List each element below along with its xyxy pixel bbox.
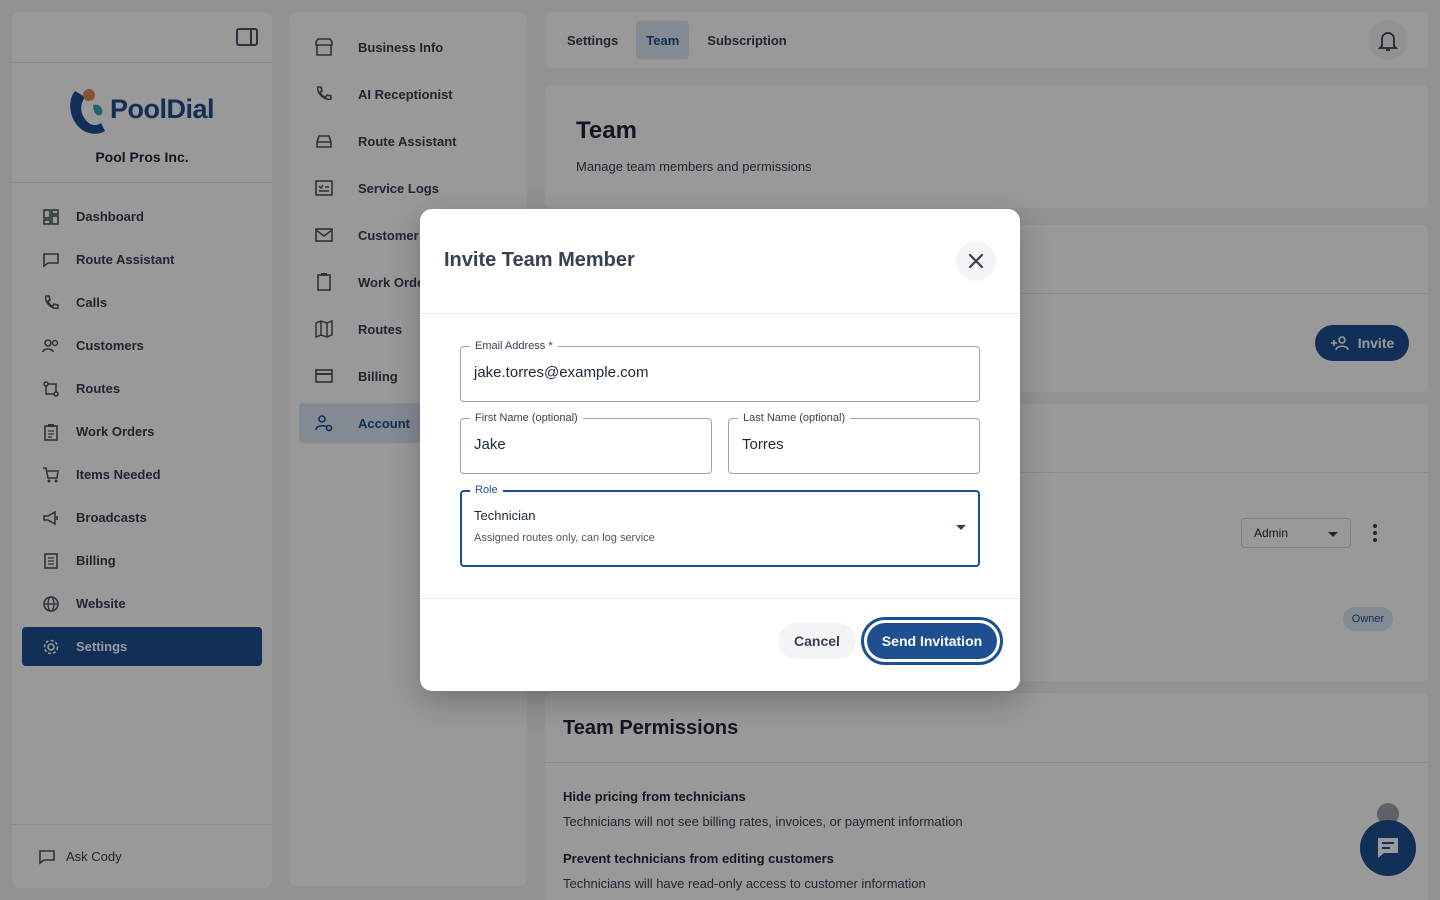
cancel-button[interactable]: Cancel — [778, 623, 856, 659]
role-description: Assigned routes only, can log service — [474, 532, 655, 544]
last-name-value: Torres — [742, 436, 784, 453]
dialog-header: Invite Team Member — [420, 209, 1020, 314]
role-value: Technician — [474, 508, 536, 523]
last-name-field[interactable]: Last Name (optional) Torres — [728, 411, 980, 474]
close-button[interactable] — [956, 241, 996, 281]
last-name-label: Last Name (optional) — [738, 411, 851, 425]
send-invitation-button[interactable]: Send Invitation — [861, 617, 1003, 665]
dialog-body: Email Address * jake.torres@example.com … — [420, 314, 1020, 599]
send-invitation-label: Send Invitation — [867, 623, 997, 659]
dialog-footer: Cancel Send Invitation — [420, 599, 1020, 691]
chevron-down-icon — [956, 525, 966, 530]
dialog-title: Invite Team Member — [444, 249, 635, 271]
email-label: Email Address * — [470, 339, 558, 353]
first-name-field[interactable]: First Name (optional) Jake — [460, 411, 712, 474]
first-name-label: First Name (optional) — [470, 411, 583, 425]
close-icon — [968, 253, 984, 269]
first-name-value: Jake — [474, 436, 506, 453]
invite-team-member-dialog: Invite Team Member Email Address * jake.… — [420, 209, 1020, 691]
email-value: jake.torres@example.com — [474, 364, 649, 381]
role-select[interactable]: Role Technician Assigned routes only, ca… — [460, 483, 980, 567]
role-label: Role — [470, 483, 503, 497]
email-field[interactable]: Email Address * jake.torres@example.com — [460, 339, 980, 402]
